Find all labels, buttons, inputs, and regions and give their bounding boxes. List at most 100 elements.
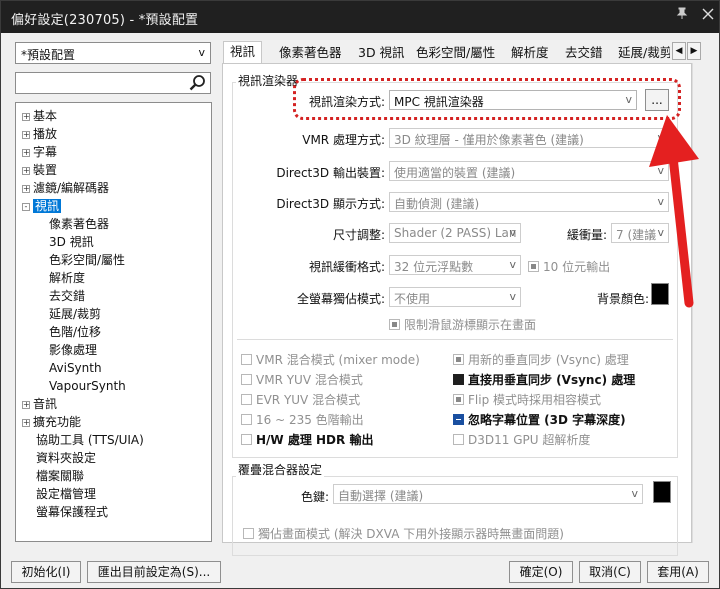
option-checkbox[interactable]: VMR YUV 混合模式 [241,371,363,388]
tree-item[interactable]: 3D 視訊 [49,233,94,251]
option-checkbox[interactable]: Flip 模式時採用相容模式 [453,391,601,408]
option-checkbox[interactable]: 用新的垂直同步 (Vsync) 處理 [453,351,629,368]
tab-video[interactable]: 視訊 [223,41,263,64]
colorkey-color-swatch[interactable] [653,481,671,503]
collapse-icon[interactable]: - [22,203,30,211]
option-label: 16 ~ 235 色階輸出 [256,413,364,427]
reset-button[interactable]: 初始化(I) [11,561,81,583]
title-bar: 偏好設定(230705) - *預設配置 [1,1,719,33]
exclusive-mode-checkbox[interactable]: 獨佔畫面模式 (解決 DXVA 下用外接顯示器時無畫面問題) [243,525,564,542]
tab-3d-video[interactable]: 3D 視訊 [358,43,405,63]
tree-item[interactable]: + 基本 [22,107,57,125]
tab-scroll-left-icon[interactable]: ◀ [672,42,686,60]
export-settings-button[interactable]: 匯出目前設定為(S)... [87,561,221,583]
tree-item[interactable]: 協助工具 (TTS/UIA) [22,431,144,449]
tree-item[interactable]: 檔案關聯 [22,467,84,485]
expand-icon[interactable]: + [22,131,30,139]
tree-item[interactable]: + 裝置 [22,161,57,179]
option-checkbox[interactable]: D3D11 GPU 超解析度 [453,431,590,448]
option-checkbox[interactable]: 忽略字幕位置 (3D 字幕深度) [453,411,626,428]
tree-item[interactable]: 設定檔管理 [22,485,96,503]
fullscreen-value: 不使用 [394,292,431,306]
resize-select[interactable]: Shader (2 PASS) Lan v [389,223,521,243]
tree-item[interactable]: + 音訊 [22,395,57,413]
tree-item[interactable]: 去交錯 [49,287,85,305]
expand-icon[interactable]: + [22,149,30,157]
tree-item[interactable]: 螢幕保護程式 [22,503,108,521]
option-checkbox[interactable]: VMR 混合模式 (mixer mode) [241,351,420,368]
apply-button[interactable]: 套用(A) [647,561,709,583]
resize-value: Shader (2 PASS) Lan [394,226,517,240]
tree-item[interactable]: AviSynth [49,359,102,377]
tree-item-label: 設定檔管理 [36,487,97,501]
tree-item[interactable]: VapourSynth [49,377,126,395]
option-checkbox[interactable]: 16 ~ 235 色階輸出 [241,411,364,428]
expand-icon[interactable]: + [22,113,30,121]
tree-item[interactable]: + 擴充功能 [22,413,81,431]
d3d-device-select[interactable]: 使用適當的裝置 (建議) v [389,161,669,181]
restrict-mouse-label: 限制滑鼠游標顯示在畫面 [404,318,537,332]
tree-item-label: 延展/裁剪 [49,307,102,321]
option-label: H/W 處理 HDR 輸出 [256,433,374,447]
tab-scroll-right-icon[interactable]: ▶ [687,42,701,60]
checkbox-box [453,354,464,365]
tree-item-label: 裝置 [33,163,58,177]
checkbox-box [241,394,252,405]
tree-item[interactable]: + 字幕 [22,143,57,161]
vmr-mode-select[interactable]: 3D 紋理層 - 僅用於像素著色 (建議) v [389,128,669,148]
tree-item-label: 3D 視訊 [49,235,94,249]
option-checkbox[interactable]: 直接用垂直同步 (Vsync) 處理 [453,371,635,388]
tree-item-label: 字幕 [33,145,58,159]
expand-icon[interactable]: + [22,419,30,427]
expand-icon[interactable]: + [22,401,30,409]
checkbox-box [241,374,252,385]
chevron-down-icon: v [631,487,638,500]
option-checkbox[interactable]: H/W 處理 HDR 輸出 [241,431,373,448]
expand-icon[interactable]: + [22,167,30,175]
restrict-mouse-checkbox[interactable]: 限制滑鼠游標顯示在畫面 [389,316,536,333]
tab-resolution[interactable]: 解析度 [511,43,549,63]
tab-stretch-crop[interactable]: 延展/裁剪 [618,43,670,63]
tab-color-space[interactable]: 色彩空間/屬性 [416,43,495,63]
checkbox-box [243,528,254,539]
tree-item[interactable]: 資料夾設定 [22,449,96,467]
fullscreen-select[interactable]: 不使用 v [389,287,521,307]
close-icon[interactable] [691,1,720,33]
tree-item[interactable]: - 視訊 [22,197,62,215]
mixer-group-title: 覆疊混合器設定 [236,461,325,478]
tree-item[interactable]: + 播放 [22,125,57,143]
tree-item[interactable]: 像素著色器 [49,215,109,233]
ok-button[interactable]: 確定(O) [509,561,573,583]
colorkey-value: 自動選擇 (建議) [338,489,424,503]
buffer-format-select[interactable]: 32 位元浮點數 v [389,255,521,275]
option-checkbox[interactable]: EVR YUV 混合模式 [241,391,360,408]
cancel-button[interactable]: 取消(C) [579,561,641,583]
colorkey-select[interactable]: 自動選擇 (建議) v [333,484,643,504]
tree-item-label: 像素著色器 [49,217,110,231]
d3d-display-select[interactable]: 自動偵測 (建議) v [389,192,669,212]
tree-item[interactable]: + 濾鏡/編解碼器 [22,179,109,197]
tree-item[interactable]: 色彩空間/屬性 [49,251,125,269]
search-input[interactable] [15,72,211,94]
tab-pixel-shaders[interactable]: 像素著色器 [279,43,342,63]
tab-strip: 視訊 像素著色器 3D 視訊 色彩空間/屬性 解析度 去交錯 延展/裁剪 [222,41,702,64]
checkbox-box [389,319,400,330]
tree-item[interactable]: 解析度 [49,269,85,287]
expand-icon[interactable]: + [22,185,30,193]
ten-bit-output-checkbox[interactable]: 10 位元輸出 [528,258,610,275]
tree-item[interactable]: 色階/位移 [49,323,101,341]
tree-item-label: 色階/位移 [49,325,102,339]
tree-item-label: 色彩空間/屬性 [49,253,126,267]
tree-item-label: 協助工具 (TTS/UIA) [36,433,144,447]
settings-tree[interactable]: + 基本 + 播放 + 字幕 + 裝置 + 濾鏡/編解碼器 - 視訊 像素著色器 3D 視訊 色彩空間/屬性… [15,102,212,542]
tree-item[interactable]: 延展/裁剪 [49,305,101,323]
preferences-window: 偏好設定(230705) - *預設配置 *預設配置 v + 基本 + 播放 + 字幕 + 裝… [0,0,720,589]
tree-item-label: 解析度 [49,271,86,285]
search-icon[interactable] [188,74,208,92]
tab-deinterlace[interactable]: 去交錯 [565,43,603,63]
chevron-down-icon: v [509,258,516,271]
buffer-format-label: 視訊緩衝格式: [308,260,385,274]
profile-select-value: *預設配置 [21,48,76,62]
tree-item[interactable]: 影像處理 [49,341,97,359]
profile-select[interactable]: *預設配置 v [15,42,211,64]
